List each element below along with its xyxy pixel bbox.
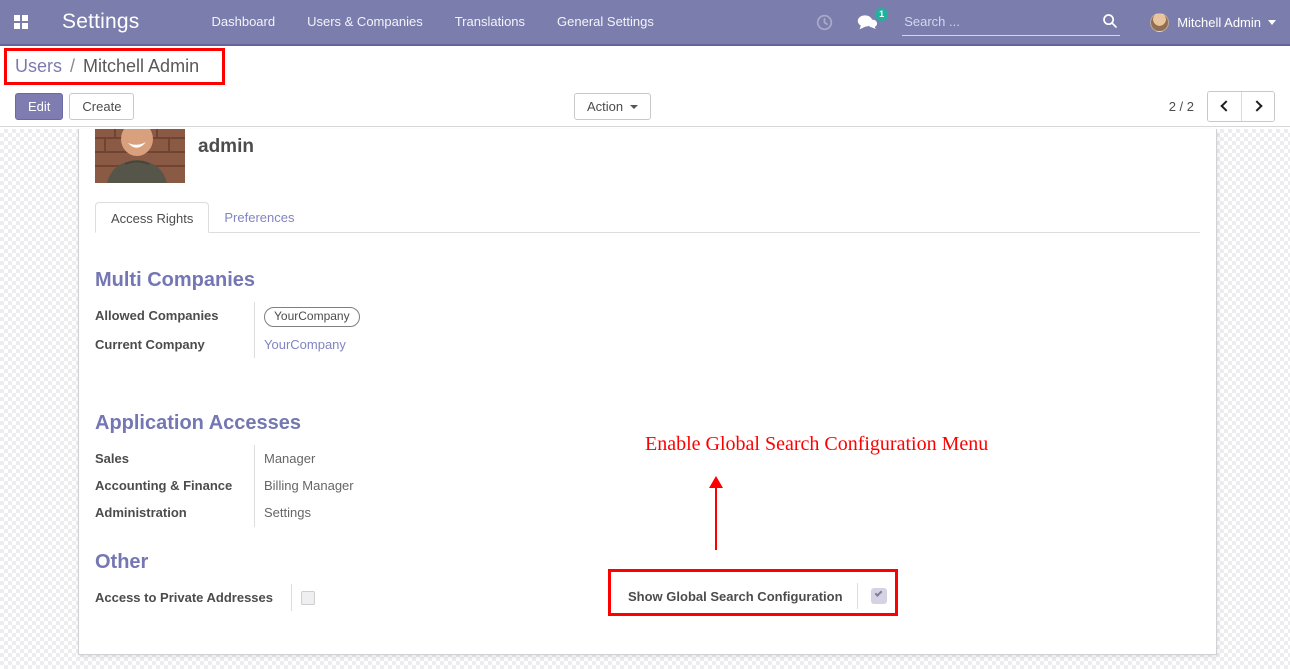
breadcrumb-current: Mitchell Admin bbox=[83, 56, 199, 77]
nav-right: 1 Mitchell Admin bbox=[816, 9, 1276, 36]
section-heading-multi-companies: Multi Companies bbox=[95, 269, 1200, 292]
user-avatar bbox=[1150, 13, 1169, 32]
search-input[interactable] bbox=[902, 9, 1120, 35]
field-divider bbox=[857, 583, 858, 609]
field-label: Current Company bbox=[95, 331, 254, 358]
field-label: Sales bbox=[95, 445, 254, 472]
company-tag: YourCompany bbox=[264, 307, 360, 327]
field-value: Manager bbox=[254, 445, 315, 472]
field-label: Access to Private Addresses bbox=[95, 584, 291, 611]
form-sheet: admin Access Rights Preferences Multi Co… bbox=[78, 129, 1217, 655]
nav-search bbox=[902, 9, 1120, 36]
search-icon[interactable] bbox=[1102, 13, 1118, 29]
edit-button[interactable]: Edit bbox=[15, 93, 63, 120]
field-row-current-company: Current Company YourCompany bbox=[95, 331, 1200, 358]
field-row-administration: Administration Settings bbox=[95, 499, 1200, 526]
breadcrumb-separator: / bbox=[70, 56, 75, 77]
field-row-sales: Sales Manager bbox=[95, 445, 1200, 472]
message-count-badge: 1 bbox=[875, 8, 888, 21]
nav-menu: Dashboard Users & Companies Translations… bbox=[195, 0, 669, 44]
nav-item-general-settings[interactable]: General Settings bbox=[541, 0, 670, 44]
user-photo bbox=[95, 129, 185, 183]
record-title: admin bbox=[198, 136, 254, 183]
top-navbar: Settings Dashboard Users & Companies Tra… bbox=[0, 0, 1290, 46]
create-button[interactable]: Create bbox=[69, 93, 134, 120]
checkmark-icon bbox=[874, 589, 882, 597]
user-menu[interactable]: Mitchell Admin bbox=[1150, 13, 1276, 32]
pager: 2 / 2 bbox=[1169, 91, 1275, 122]
global-search-checkbox-checked[interactable] bbox=[871, 588, 887, 604]
tab-preferences[interactable]: Preferences bbox=[209, 202, 309, 232]
action-label: Action bbox=[587, 99, 623, 114]
field-value: Billing Manager bbox=[254, 472, 354, 499]
chevron-left-icon bbox=[1220, 100, 1231, 111]
control-panel-buttons: Edit Create Action 2 / 2 bbox=[0, 86, 1290, 127]
private-addresses-checkbox[interactable] bbox=[301, 591, 315, 605]
field-label: Administration bbox=[95, 499, 254, 526]
breadcrumb-users-link[interactable]: Users bbox=[15, 56, 62, 77]
chevron-down-icon bbox=[1268, 20, 1276, 25]
activity-clock-icon[interactable] bbox=[816, 14, 833, 31]
pager-value: 2 / 2 bbox=[1169, 99, 1194, 114]
pager-next-button[interactable] bbox=[1241, 92, 1274, 121]
action-dropdown-button[interactable]: Action bbox=[574, 93, 651, 120]
tab-access-rights[interactable]: Access Rights bbox=[95, 202, 209, 233]
user-name: Mitchell Admin bbox=[1177, 15, 1261, 30]
field-value: Settings bbox=[254, 499, 311, 526]
field-label: Show Global Search Configuration bbox=[628, 589, 843, 604]
field-row-global-search: Show Global Search Configuration bbox=[628, 583, 887, 609]
section-heading-other: Other bbox=[95, 551, 1200, 574]
field-row-accounting-finance: Accounting & Finance Billing Manager bbox=[95, 472, 1200, 499]
multi-companies-rows: Allowed Companies YourCompany Current Co… bbox=[95, 302, 1200, 358]
messages-icon[interactable]: 1 bbox=[857, 14, 878, 31]
field-label: Accounting & Finance bbox=[95, 472, 254, 499]
breadcrumb: Users / Mitchell Admin bbox=[0, 46, 1290, 86]
form-header: admin bbox=[95, 129, 1200, 183]
field-label: Allowed Companies bbox=[95, 302, 254, 331]
nav-item-dashboard[interactable]: Dashboard bbox=[195, 0, 291, 44]
current-company-link[interactable]: YourCompany bbox=[264, 336, 346, 354]
nav-item-translations[interactable]: Translations bbox=[439, 0, 541, 44]
application-accesses-rows: Sales Manager Accounting & Finance Billi… bbox=[95, 445, 1200, 527]
field-row-allowed-companies: Allowed Companies YourCompany bbox=[95, 302, 1200, 331]
chevron-right-icon bbox=[1251, 100, 1262, 111]
section-heading-application-accesses: Application Accesses bbox=[95, 412, 1200, 435]
apps-menu-icon[interactable] bbox=[14, 15, 28, 29]
notebook-tabs: Access Rights Preferences bbox=[95, 202, 1200, 233]
nav-item-users-companies[interactable]: Users & Companies bbox=[291, 0, 439, 44]
odoo-settings-page: Settings Dashboard Users & Companies Tra… bbox=[0, 0, 1290, 669]
app-title[interactable]: Settings bbox=[62, 10, 139, 34]
caret-down-icon bbox=[630, 105, 638, 109]
pager-previous-button[interactable] bbox=[1208, 92, 1241, 121]
